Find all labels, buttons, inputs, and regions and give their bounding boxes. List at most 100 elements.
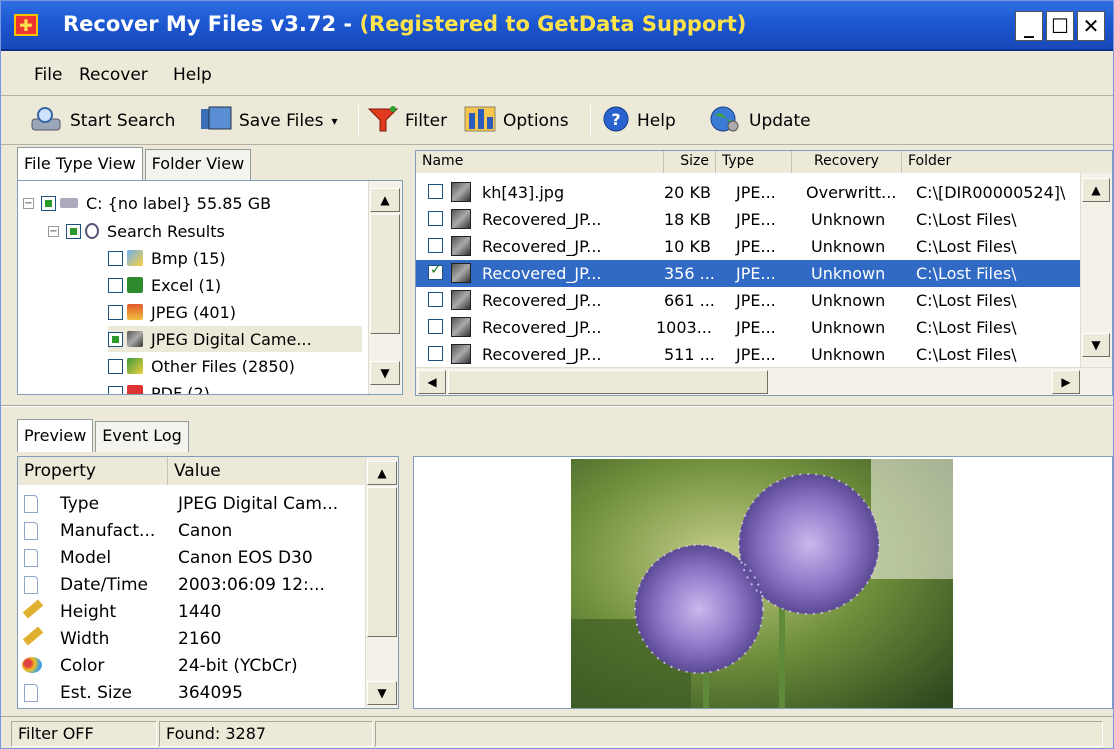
scroll-left-icon[interactable]: ◀ (418, 370, 446, 394)
tree-item-jpeg-digital-camera[interactable]: JPEG Digital Came... (108, 326, 362, 352)
scroll-down-icon[interactable]: ▼ (370, 361, 400, 385)
scroll-down-icon[interactable]: ▼ (1082, 333, 1110, 357)
tab-folder-view[interactable]: Folder View (144, 149, 252, 180)
pdf-label: PDF (2) (151, 383, 210, 395)
camera-file-icon (451, 317, 471, 337)
tree-item-jpeg[interactable]: JPEG (401) (108, 299, 236, 325)
property-row[interactable]: Color 24-bit (YCbCr) (18, 653, 363, 680)
preview-tabs: Preview Event Log (17, 419, 191, 452)
collapse-toggle-icon[interactable]: − (23, 197, 34, 209)
property-row[interactable]: Est. Size 364095 (18, 680, 363, 707)
excel-checkbox[interactable] (108, 277, 123, 293)
row-checkbox[interactable] (428, 262, 443, 280)
properties-scrollbar[interactable]: ▲ ▼ (365, 457, 398, 708)
scroll-down-icon[interactable]: ▼ (367, 681, 397, 705)
search-results-checkbox[interactable] (66, 223, 81, 239)
menu-file[interactable]: File (34, 65, 62, 85)
document-icon (24, 684, 38, 702)
property-row[interactable]: Height 1440 (18, 599, 363, 626)
tab-preview[interactable]: Preview (17, 419, 94, 452)
property-row[interactable]: Manufact... Canon (18, 518, 363, 545)
column-recovery[interactable]: Recovery (792, 151, 902, 173)
maximize-button[interactable]: ☐ (1046, 11, 1074, 41)
file-row[interactable]: Recovered_JP... 10 KB JPE... Unknown C:\… (416, 233, 1080, 260)
property-row[interactable]: Width 2160 (18, 626, 363, 653)
file-row[interactable]: Recovered_JP... 661 ... JPE... Unknown C… (416, 287, 1080, 314)
tab-event-log[interactable]: Event Log (95, 421, 189, 452)
help-button[interactable]: ? Help (601, 106, 676, 135)
property-row[interactable]: Date/Time 2003:06:09 12:... (18, 572, 363, 599)
row-checkbox[interactable] (428, 211, 443, 226)
title-bar[interactable]: ✚ Recover My Files v3.72 - (Registered t… (1, 1, 1113, 51)
svg-text:?: ? (611, 110, 620, 129)
scroll-thumb[interactable] (370, 214, 400, 334)
file-folder: C:\Lost Files\ (916, 291, 1017, 310)
save-files-icon (199, 105, 233, 138)
document-icon (24, 522, 38, 540)
file-size: 356 ... (664, 264, 715, 283)
scroll-up-icon[interactable]: ▲ (367, 461, 397, 485)
menu-help[interactable]: Help (173, 65, 212, 85)
column-folder[interactable]: Folder (902, 151, 1112, 173)
file-type-tree: − C: {no label} 55.85 GB − Search Result… (17, 180, 403, 395)
tree-item-bmp[interactable]: Bmp (15) (108, 245, 226, 271)
file-row[interactable]: Recovered_JP... 18 KB JPE... Unknown C:\… (416, 206, 1080, 233)
tree-item-pdf[interactable]: PDF (2) (108, 380, 210, 395)
tree-scrollbar[interactable]: ▲ ▼ (368, 181, 402, 394)
file-size: 10 KB (664, 237, 711, 256)
file-recovery: Overwritt... (806, 183, 897, 202)
file-type: JPE... (736, 264, 776, 283)
splitter[interactable] (1, 405, 1113, 407)
file-folder: C:\[DIR00000524]\ (916, 183, 1066, 202)
other-files-checkbox[interactable] (108, 358, 123, 374)
tree-search-results-node[interactable]: − Search Results (48, 218, 225, 244)
close-button[interactable]: ✕ (1077, 11, 1105, 41)
property-value: Canon EOS D30 (178, 548, 313, 568)
options-button[interactable]: Options (463, 106, 569, 135)
save-files-dropdown-icon[interactable]: ▾ (331, 114, 337, 128)
menu-recover[interactable]: Recover (79, 65, 148, 85)
scroll-up-icon[interactable]: ▲ (1082, 178, 1110, 202)
save-files-button[interactable]: Save Files ▾ (199, 105, 337, 138)
row-checkbox[interactable] (428, 292, 443, 307)
file-list-hscrollbar[interactable]: ◀ ▶ (416, 367, 1112, 395)
tab-file-type-view[interactable]: File Type View (17, 147, 143, 180)
file-size: 661 ... (664, 291, 715, 310)
column-property[interactable]: Property (18, 457, 168, 485)
row-checkbox[interactable] (428, 346, 443, 361)
tree-drive-node[interactable]: − C: {no label} 55.85 GB (23, 190, 271, 216)
tree-item-other-files[interactable]: Other Files (2850) (108, 353, 295, 379)
row-checkbox[interactable] (428, 238, 443, 253)
tree-item-excel[interactable]: Excel (1) (108, 272, 221, 298)
update-button[interactable]: Update (707, 106, 811, 135)
property-row[interactable]: Model Canon EOS D30 (18, 545, 363, 572)
bmp-checkbox[interactable] (108, 250, 123, 266)
found-count: Found: 3287 (159, 721, 373, 747)
column-size[interactable]: Size (664, 151, 716, 173)
scroll-thumb[interactable] (448, 370, 768, 394)
jpeg-checkbox[interactable] (108, 304, 123, 320)
column-name[interactable]: Name (416, 151, 664, 173)
file-row[interactable]: kh[43].jpg 20 KB JPE... Overwritt... C:\… (416, 179, 1080, 206)
column-value[interactable]: Value (168, 457, 366, 485)
scroll-right-icon[interactable]: ▶ (1052, 370, 1080, 394)
camera-file-icon (451, 344, 471, 364)
scroll-thumb[interactable] (367, 487, 397, 637)
jpeg-digital-camera-checkbox[interactable] (108, 331, 123, 347)
pdf-checkbox[interactable] (108, 385, 123, 394)
file-row[interactable]: Recovered_JP... 511 ... JPE... Unknown C… (416, 341, 1080, 368)
minimize-button[interactable]: _ (1015, 11, 1043, 41)
row-checkbox[interactable] (428, 319, 443, 334)
file-list-vscrollbar[interactable]: ▲ ▼ (1080, 173, 1112, 367)
file-row-selected[interactable]: Recovered_JP... 356 ... JPE... Unknown C… (416, 260, 1080, 287)
collapse-toggle-icon[interactable]: − (48, 225, 59, 237)
drive-checkbox[interactable] (41, 195, 56, 211)
property-row[interactable]: Type JPEG Digital Cam... (18, 491, 363, 518)
file-row[interactable]: Recovered_JP... 1003... JPE... Unknown C… (416, 314, 1080, 341)
filter-button[interactable]: Filter (367, 105, 447, 135)
scroll-up-icon[interactable]: ▲ (370, 188, 400, 212)
start-search-button[interactable]: Start Search (30, 106, 175, 135)
column-type[interactable]: Type (716, 151, 792, 173)
row-checkbox[interactable] (428, 184, 443, 199)
property-value: 364095 (178, 683, 243, 703)
